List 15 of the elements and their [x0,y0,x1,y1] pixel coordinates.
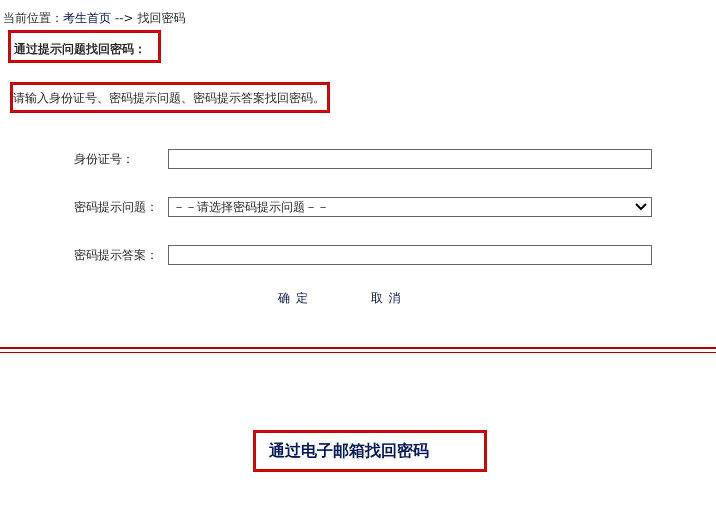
input-field[interactable] [168,149,652,169]
breadcrumb-current: --> 找回密码 [114,11,186,25]
field-label: 密码提示问题： [74,200,158,214]
email-recovery-link[interactable]: 通过电子邮箱找回密码 [269,439,429,463]
question-dropdown[interactable]: －－请选择密码提示问题－－ [168,197,652,217]
form-button[interactable]: 取 消 [370,289,402,347]
home-link[interactable]: 考生首页 [63,11,111,25]
field-label: 密码提示答案： [74,248,158,262]
chevron-down-icon [635,203,647,211]
breadcrumb-label: 当前位置： [3,11,63,25]
input-field[interactable] [168,245,652,265]
form-button[interactable]: 确 定 [278,289,309,347]
field-label: 身份证号： [74,152,134,166]
instruction-text: 请输入身份证号、密码提示问题、密码提示答案找回密码。 [10,82,330,113]
section-title: 通过提示问题找回密码： [8,30,161,63]
